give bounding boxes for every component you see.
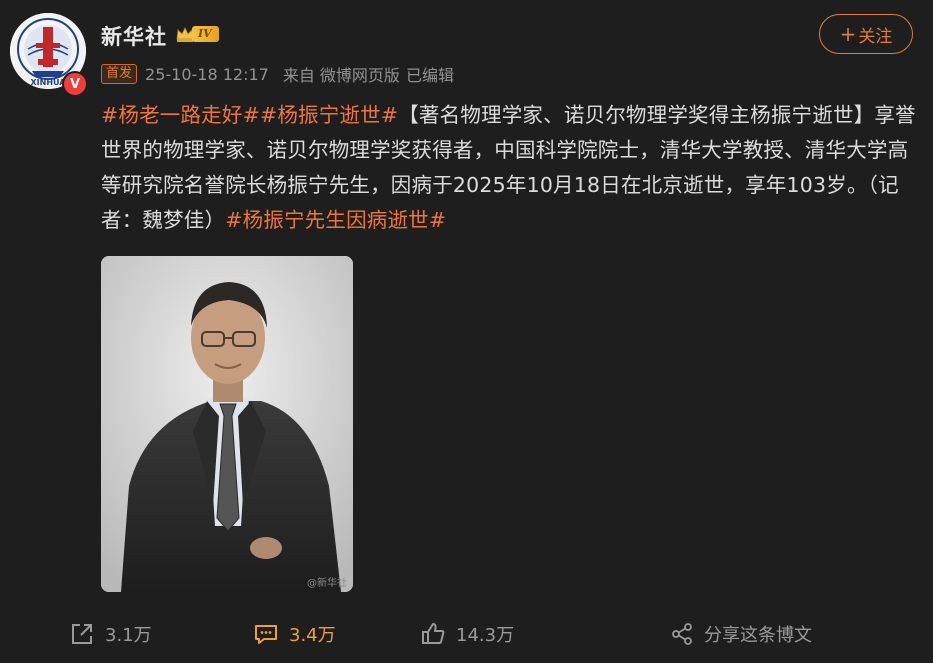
level-label: IV [192,26,219,42]
share-button[interactable]: 分享这条博文 [670,614,812,654]
repost-button[interactable]: 3.1万 [69,614,152,654]
post-meta: 首发 25-10-18 12:17 来自 微博网页版 已编辑 [101,62,454,86]
follow-label: 关注 [858,26,893,47]
first-publish-tag: 首发 [101,64,138,84]
action-bar: 3.1万 3.4万 14.3万 分享这条博文 [0,614,933,654]
post-time[interactable]: 25-10-18 12:17 [145,65,269,84]
repost-icon [72,624,92,644]
share-label: 分享这条博文 [704,625,812,646]
comment-button[interactable]: 3.4万 [253,614,336,654]
post-content: #杨老一路走好##杨振宁逝世#【著名物理学家、诺贝尔物理学奖得主杨振宁逝世】享誉… [101,98,916,238]
comment-icon [255,625,277,644]
avatar-wordmark: XINHUA [31,78,67,87]
comment-count: 3.4万 [289,625,336,646]
image-watermark: @新华社 [307,578,347,589]
post-source: 来自 微博网页版 [282,66,400,85]
verified-badge-icon: V [62,71,88,97]
portrait-photo [101,256,353,592]
hashtag-link[interactable]: #杨振宁先生因病逝世# [225,208,446,232]
hashtag-link[interactable]: #杨振宁逝世# [260,103,398,127]
follow-button[interactable]: + 关注 [819,14,913,54]
like-button[interactable]: 14.3万 [420,614,514,654]
user-level-badge[interactable]: IV [175,24,219,44]
edited-label[interactable]: 已编辑 [406,62,454,86]
post-image[interactable]: @新华社 [101,256,353,592]
like-count: 14.3万 [456,625,515,646]
repost-count: 3.1万 [105,625,152,646]
hashtag-link[interactable]: #杨老一路走好# [101,103,260,127]
share-icon [672,623,692,645]
author-name[interactable]: 新华社 [101,21,167,51]
plus-icon: + [839,22,857,46]
verified-badge-text: V [69,76,81,92]
thumbs-up-icon [422,623,445,644]
